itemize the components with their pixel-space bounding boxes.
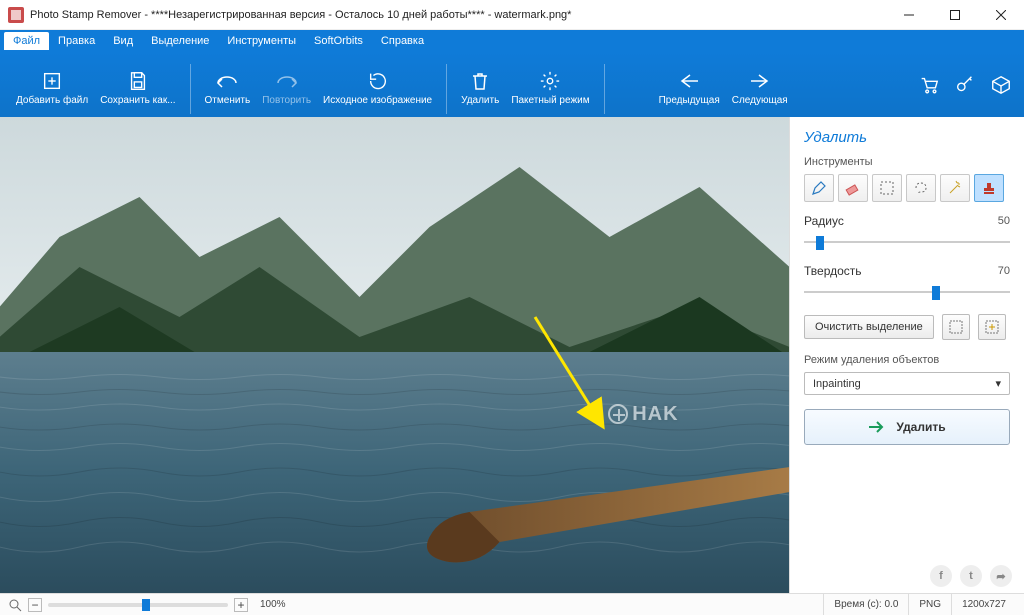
- menu-select[interactable]: Выделение: [142, 32, 218, 50]
- radius-label: Радиус: [804, 214, 998, 228]
- undo-button[interactable]: Отменить: [199, 52, 257, 117]
- deselect-button[interactable]: [942, 314, 970, 340]
- zoom-slider[interactable]: [48, 603, 228, 607]
- zoom-value: 100%: [260, 599, 286, 610]
- redo-icon: [274, 69, 300, 93]
- gear-icon: [539, 69, 561, 93]
- status-bar: − + 100% Время (с): 0.0 PNG 1200x727: [0, 593, 1024, 615]
- undo-icon: [214, 69, 240, 93]
- menu-softorbits[interactable]: SoftOrbits: [305, 32, 372, 50]
- redo-button[interactable]: Повторить: [256, 52, 317, 117]
- social-links: f t ➦: [930, 565, 1012, 587]
- box-icon[interactable]: [988, 72, 1014, 98]
- mode-combo[interactable]: Inpainting ▾: [804, 372, 1010, 395]
- mode-label: Режим удаления объектов: [804, 354, 1010, 366]
- tool-wand[interactable]: [940, 174, 970, 202]
- menu-edit[interactable]: Правка: [49, 32, 104, 50]
- twitter-icon[interactable]: t: [960, 565, 982, 587]
- menu-file[interactable]: Файл: [4, 32, 49, 50]
- radius-value: 50: [998, 215, 1010, 227]
- next-button[interactable]: Следующая: [726, 52, 794, 117]
- close-button[interactable]: [978, 0, 1024, 30]
- chevron-down-icon: ▾: [995, 377, 1001, 390]
- save-button[interactable]: Сохранить как...: [94, 52, 181, 117]
- prev-button[interactable]: Предыдущая: [653, 52, 726, 117]
- watermark-text: HAK: [632, 403, 678, 426]
- hardness-value: 70: [998, 265, 1010, 277]
- original-image-button[interactable]: Исходное изображение: [317, 52, 438, 117]
- minimize-button[interactable]: [886, 0, 932, 30]
- maximize-button[interactable]: [932, 0, 978, 30]
- separator: [446, 64, 447, 114]
- add-file-button[interactable]: Добавить файл: [10, 52, 94, 117]
- watermark: HAK: [608, 403, 678, 426]
- remove-button[interactable]: Удалить: [455, 52, 505, 117]
- hardness-slider[interactable]: [804, 282, 1010, 302]
- zoom-out-button[interactable]: −: [28, 598, 42, 612]
- arrow-left-icon: [678, 69, 700, 93]
- side-panel: Удалить Инструменты Радиус50 Твердость70…: [789, 117, 1024, 593]
- zoom-in-button[interactable]: +: [234, 598, 248, 612]
- plus-icon: [41, 69, 63, 93]
- status-format: PNG: [908, 594, 951, 615]
- save-icon: [127, 69, 149, 93]
- share-icon[interactable]: ➦: [990, 565, 1012, 587]
- document-image: [0, 117, 789, 593]
- save-label: Сохранить как...: [100, 95, 175, 106]
- hardness-label: Твердость: [804, 264, 998, 278]
- status-time: Время (с): 0.0: [823, 594, 908, 615]
- tool-lasso[interactable]: [906, 174, 936, 202]
- main: HAK Удалить Инструменты Радиус50 Твердос…: [0, 117, 1024, 593]
- separator: [190, 64, 191, 114]
- toolbar: Добавить файл Сохранить как... Отменить …: [0, 52, 1024, 117]
- zoom-fit-icon[interactable]: [8, 598, 22, 612]
- mode-value: Inpainting: [813, 378, 861, 390]
- radius-slider[interactable]: [804, 232, 1010, 252]
- menubar: Файл Правка Вид Выделение Инструменты So…: [0, 30, 1024, 52]
- key-icon[interactable]: [952, 72, 978, 98]
- status-dimensions: 1200x727: [951, 594, 1016, 615]
- apply-remove-label: Удалить: [896, 420, 945, 434]
- facebook-icon[interactable]: f: [930, 565, 952, 587]
- menu-tools[interactable]: Инструменты: [218, 32, 305, 50]
- add-file-label: Добавить файл: [16, 95, 88, 106]
- separator: [604, 64, 605, 114]
- window-title: Photo Stamp Remover - ****Незарегистриро…: [30, 9, 886, 21]
- batch-button[interactable]: Пакетный режим: [505, 52, 595, 117]
- batch-label: Пакетный режим: [511, 95, 589, 106]
- redo-label: Повторить: [262, 95, 311, 106]
- watermark-icon: [608, 404, 628, 424]
- menu-view[interactable]: Вид: [104, 32, 142, 50]
- menu-help[interactable]: Справка: [372, 32, 433, 50]
- next-label: Следующая: [732, 95, 788, 106]
- app-icon: [8, 7, 24, 23]
- canvas[interactable]: HAK: [0, 117, 789, 593]
- trash-icon: [470, 69, 490, 93]
- clear-selection-button[interactable]: Очистить выделение: [804, 315, 934, 339]
- original-label: Исходное изображение: [323, 95, 432, 106]
- tool-stamp[interactable]: [974, 174, 1004, 202]
- apply-remove-button[interactable]: Удалить: [804, 409, 1010, 445]
- arrow-right-icon: [749, 69, 771, 93]
- load-selection-button[interactable]: [978, 314, 1006, 340]
- tools-label: Инструменты: [804, 156, 1010, 168]
- undo-label: Отменить: [205, 95, 251, 106]
- refresh-icon: [367, 69, 389, 93]
- tool-rect-select[interactable]: [872, 174, 902, 202]
- remove-label: Удалить: [461, 95, 499, 106]
- prev-label: Предыдущая: [659, 95, 720, 106]
- titlebar: Photo Stamp Remover - ****Незарегистриро…: [0, 0, 1024, 30]
- tool-eraser[interactable]: [838, 174, 868, 202]
- tool-pencil[interactable]: [804, 174, 834, 202]
- panel-title: Удалить: [804, 129, 1010, 146]
- cart-icon[interactable]: [916, 72, 942, 98]
- arrow-right-icon: [868, 420, 886, 434]
